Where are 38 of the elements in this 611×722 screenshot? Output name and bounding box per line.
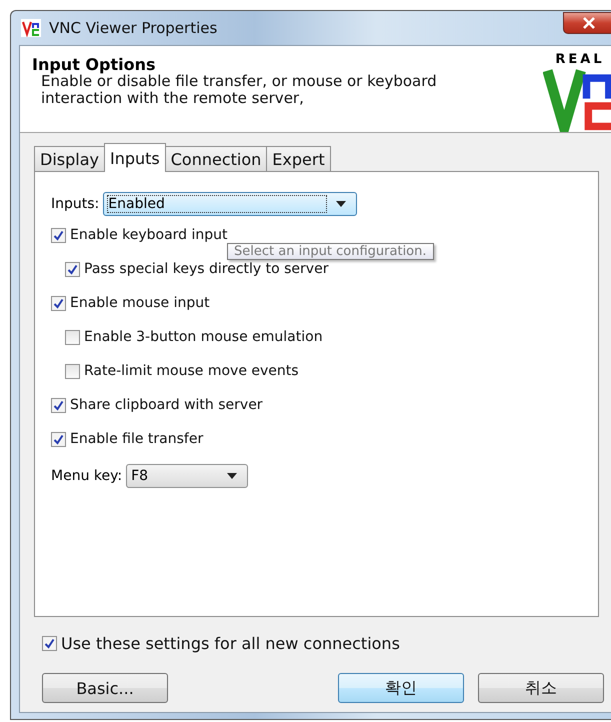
- close-button[interactable]: [563, 12, 611, 34]
- checkbox[interactable]: [65, 330, 80, 344]
- menu-key-label: Menu key:: [51, 468, 122, 484]
- tab[interactable]: Inputs: [104, 143, 166, 172]
- section-description: Enable or disable file transfer, or mouse or keyboard interaction with the remote server,: [41, 73, 438, 107]
- checkbox[interactable]: [65, 364, 80, 378]
- checkbox-label: Enable keyboard input: [70, 227, 228, 243]
- tab[interactable]: Connection: [164, 146, 268, 171]
- window-title: VNC Viewer Properties: [49, 19, 218, 37]
- section-title: Input Options: [32, 56, 156, 73]
- dropdown-arrow-icon: [227, 473, 238, 479]
- dialog-button[interactable]: 취소: [478, 673, 604, 703]
- dialog-button[interactable]: Basic...: [42, 673, 168, 703]
- dialog-button[interactable]: 확인: [338, 673, 464, 703]
- checkbox[interactable]: [65, 262, 80, 276]
- tooltip: Select an input configuration.: [227, 243, 434, 260]
- close-icon: [582, 17, 596, 29]
- checkbox-label: Use these settings for all new connections: [61, 634, 400, 652]
- tab[interactable]: Display: [34, 146, 105, 171]
- checkbox-label: Enable mouse input: [70, 295, 210, 311]
- checkbox-label: Enable file transfer: [70, 431, 204, 447]
- tab[interactable]: Expert: [266, 146, 331, 171]
- checkbox[interactable]: [51, 228, 66, 242]
- checkbox[interactable]: [51, 432, 66, 446]
- checkbox[interactable]: [42, 636, 57, 650]
- checkbox[interactable]: [51, 296, 66, 310]
- logo-text: REAL: [555, 52, 605, 67]
- checkbox-label: Pass special keys directly to server: [84, 261, 328, 277]
- menu-key-dropdown[interactable]: F8: [126, 464, 248, 488]
- inputs-label: Inputs:: [51, 196, 100, 212]
- checkbox-label: Rate-limit mouse move events: [84, 363, 299, 379]
- checkbox[interactable]: [51, 398, 66, 412]
- inputs-dropdown[interactable]: Enabled: [103, 192, 358, 216]
- checkbox-label: Share clipboard with server: [70, 397, 263, 413]
- app-logo-icon: [21, 19, 41, 37]
- vnc-logo-icon: [543, 67, 611, 132]
- checkbox-label: Enable 3-button mouse emulation: [84, 329, 323, 345]
- dropdown-arrow-icon: [336, 201, 346, 207]
